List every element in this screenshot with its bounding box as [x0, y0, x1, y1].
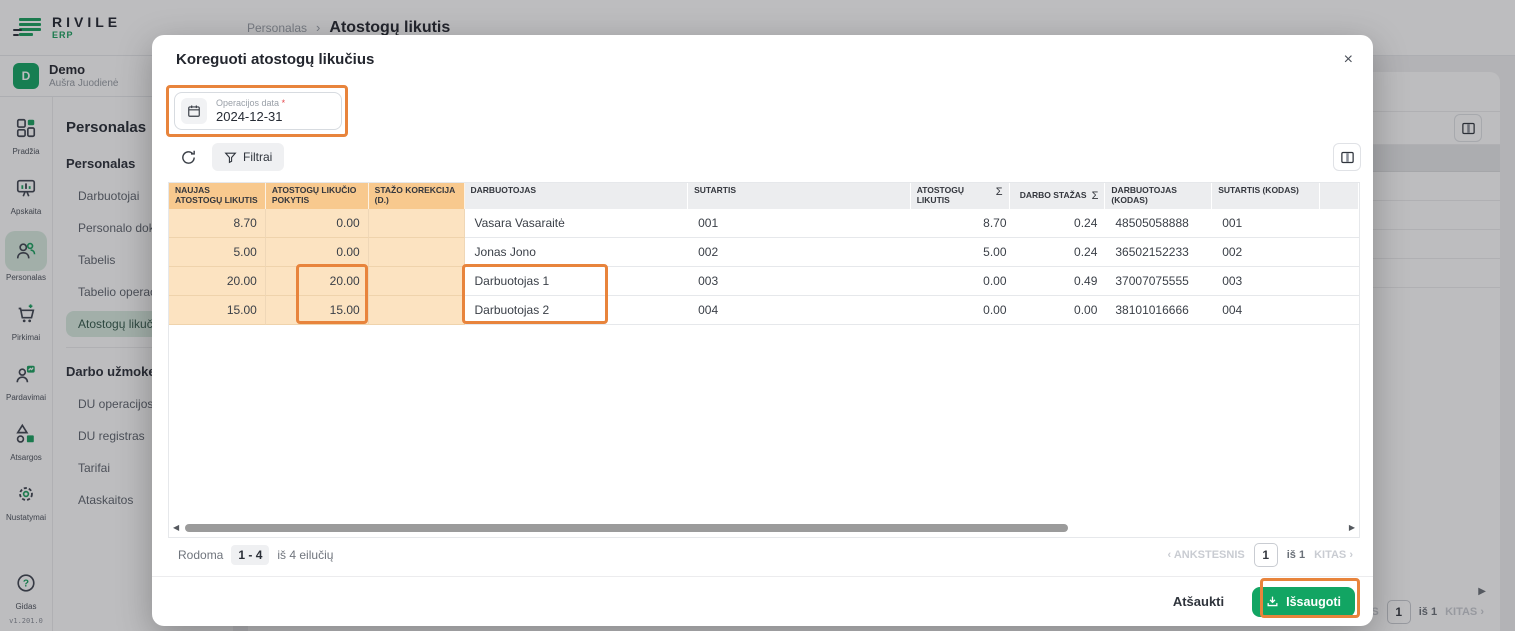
- cell-darbuotojas: Jonas Jono: [465, 238, 689, 267]
- rows-total-label: iš 4 eilučių: [277, 548, 333, 562]
- table-row[interactable]: 15.00 15.00 Darbuotojas 2 004 0.00 0.00 …: [169, 296, 1359, 325]
- col-header-empty: [1320, 183, 1359, 209]
- date-field-label: Operacijos data *: [216, 98, 285, 109]
- cell-stazo-korekcija[interactable]: [369, 296, 465, 325]
- cell-empty: [1320, 238, 1359, 267]
- col-header-stazo-korekcija[interactable]: STAŽO KOREKCIJA (D.): [369, 183, 465, 209]
- cell-sutartis-kodas: 003: [1212, 267, 1320, 296]
- cell-sutartis-kodas: 001: [1212, 209, 1320, 238]
- cell-darbuotojas: Darbuotojas 1: [465, 267, 689, 296]
- modal-pagination: ‹ ANKSTESNIS 1 iš 1 KITAS ›: [1167, 543, 1353, 567]
- cell-stazo-korekcija[interactable]: [369, 267, 465, 296]
- table-row[interactable]: 5.00 0.00 Jonas Jono 002 5.00 0.24 36502…: [169, 238, 1359, 267]
- cell-empty: [1320, 267, 1359, 296]
- scrollbar-track[interactable]: [183, 524, 1345, 532]
- modal-title: Koreguoti atostogų likučius: [176, 51, 374, 68]
- cell-atostogu-likutis: 0.00: [911, 296, 1010, 325]
- sum-icon: Σ: [996, 186, 1003, 199]
- date-field-value: 2024-12-31: [216, 109, 285, 125]
- cancel-button[interactable]: Atšaukti: [1173, 594, 1224, 609]
- cell-sutartis-kodas: 004: [1212, 296, 1320, 325]
- prev-page-button[interactable]: ‹ ANKSTESNIS: [1167, 549, 1244, 561]
- page-number-box[interactable]: 1: [1254, 543, 1278, 567]
- cell-darbo-stazas: 0.24: [1010, 238, 1106, 267]
- cell-darbo-stazas: 0.49: [1010, 267, 1106, 296]
- cell-likucio-pokytis[interactable]: 0.00: [266, 238, 369, 267]
- operation-date-field[interactable]: Operacijos data * 2024-12-31: [174, 92, 342, 130]
- cell-atostogu-likutis: 8.70: [911, 209, 1010, 238]
- col-header-sutartis[interactable]: SUTARTIS: [688, 183, 911, 209]
- cell-naujas-likutis[interactable]: 5.00: [169, 238, 266, 267]
- cell-stazo-korekcija[interactable]: [369, 238, 465, 267]
- rows-range-badge: 1 - 4: [231, 545, 269, 565]
- calendar-icon: [181, 98, 207, 124]
- page-of-label: iš 1: [1287, 549, 1305, 561]
- col-header-sutartis-kodas[interactable]: SUTARTIS (KODAS): [1212, 183, 1320, 209]
- cell-stazo-korekcija[interactable]: [369, 209, 465, 238]
- col-header-likucio-pokytis[interactable]: ATOSTOGŲ LIKUČIO POKYTIS: [266, 183, 369, 209]
- cell-sutartis: 004: [688, 296, 911, 325]
- cell-naujas-likutis[interactable]: 20.00: [169, 267, 266, 296]
- modal-columns-icon[interactable]: [1333, 143, 1361, 171]
- cell-likucio-pokytis[interactable]: 15.00: [266, 296, 369, 325]
- table-row[interactable]: 8.70 0.00 Vasara Vasaraitė 001 8.70 0.24…: [169, 209, 1359, 238]
- adjust-vacation-modal: Koreguoti atostogų likučius × Operacijos…: [152, 35, 1373, 626]
- sum-icon: Σ: [1092, 190, 1099, 203]
- modal-toolbar: Filtrai: [180, 143, 284, 171]
- table-header-row: NAUJAS ATOSTOGŲ LIKUTIS ATOSTOGŲ LIKUČIO…: [169, 183, 1359, 209]
- cell-sutartis-kodas: 002: [1212, 238, 1320, 267]
- scroll-left-icon[interactable]: ◀: [173, 524, 179, 532]
- funnel-icon: [224, 151, 237, 164]
- cell-darbo-stazas: 0.24: [1010, 209, 1106, 238]
- cell-likucio-pokytis[interactable]: 20.00: [266, 267, 369, 296]
- cell-sutartis: 002: [688, 238, 911, 267]
- col-header-atostogu-likutis[interactable]: ATOSTOGŲ LIKUTISΣ: [911, 183, 1010, 209]
- table-row[interactable]: 20.00 20.00 Darbuotojas 1 003 0.00 0.49 …: [169, 267, 1359, 296]
- cell-darbuotojas-kodas: 48505058888: [1105, 209, 1212, 238]
- cell-darbuotojas: Darbuotojas 2: [465, 296, 689, 325]
- cell-naujas-likutis[interactable]: 15.00: [169, 296, 266, 325]
- vacation-balance-table: NAUJAS ATOSTOGŲ LIKUTIS ATOSTOGŲ LIKUČIO…: [168, 182, 1360, 538]
- cell-sutartis: 003: [688, 267, 911, 296]
- rows-shown-label: Rodoma: [178, 548, 223, 562]
- cell-atostogu-likutis: 5.00: [911, 238, 1010, 267]
- horizontal-scrollbar[interactable]: ◀ ▶: [173, 522, 1355, 534]
- rows-shown-info: Rodoma 1 - 4 iš 4 eilučių: [178, 545, 333, 565]
- cell-empty: [1320, 296, 1359, 325]
- save-icon: [1266, 595, 1279, 608]
- filters-button[interactable]: Filtrai: [212, 143, 284, 171]
- required-mark: *: [282, 98, 286, 108]
- col-header-naujas-likutis[interactable]: NAUJAS ATOSTOGŲ LIKUTIS: [169, 183, 266, 209]
- cell-darbuotojas-kodas: 37007075555: [1105, 267, 1212, 296]
- cell-darbuotojas-kodas: 38101016666: [1105, 296, 1212, 325]
- refresh-icon[interactable]: [180, 149, 197, 166]
- col-header-darbo-stazas[interactable]: DARBO STAŽASΣ: [1010, 183, 1106, 209]
- close-icon[interactable]: ×: [1340, 47, 1357, 73]
- cell-empty: [1320, 209, 1359, 238]
- app-screen: Personalas › Atostogų likutis ▶ ‹ ANKSTE…: [0, 0, 1515, 631]
- cell-darbuotojas: Vasara Vasaraitė: [465, 209, 689, 238]
- save-button[interactable]: Išsaugoti: [1252, 587, 1355, 617]
- scroll-right-icon[interactable]: ▶: [1349, 524, 1355, 532]
- scrollbar-thumb[interactable]: [185, 524, 1068, 532]
- cell-naujas-likutis[interactable]: 8.70: [169, 209, 266, 238]
- next-page-button[interactable]: KITAS ›: [1314, 549, 1353, 561]
- cell-atostogu-likutis: 0.00: [911, 267, 1010, 296]
- cell-likucio-pokytis[interactable]: 0.00: [266, 209, 369, 238]
- cell-sutartis: 001: [688, 209, 911, 238]
- cell-darbuotojas-kodas: 36502152233: [1105, 238, 1212, 267]
- modal-footer: Atšaukti Išsaugoti: [152, 576, 1373, 626]
- col-header-darbuotojas-kodas[interactable]: DARBUOTOJAS (KODAS): [1105, 183, 1212, 209]
- cell-darbo-stazas: 0.00: [1010, 296, 1106, 325]
- col-header-darbuotojas[interactable]: DARBUOTOJAS: [465, 183, 689, 209]
